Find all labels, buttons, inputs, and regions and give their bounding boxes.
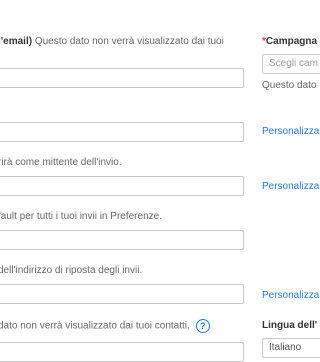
campaign-select-placeholder: Scegli cam — [269, 58, 318, 69]
campaign-select[interactable]: Scegli cam — [262, 54, 320, 74]
question-mark-icon[interactable]: ? — [195, 319, 210, 333]
contacts-help: dato non verrà visualizzato dai tuoi con… — [0, 320, 190, 332]
sender-help-text: rirà come mittente dell'invio. — [0, 157, 122, 168]
reply-to-input[interactable] — [0, 284, 244, 304]
campaign-label: *Campagna — [262, 36, 317, 47]
language-selected-value: Italiano — [269, 342, 302, 353]
from-email-input[interactable] — [0, 68, 244, 88]
language-select[interactable]: Italiano — [262, 338, 320, 358]
personalize-link-2[interactable]: Personalizza — [262, 181, 319, 192]
contacts-input[interactable] — [0, 342, 244, 362]
sender-input[interactable] — [0, 176, 244, 196]
from-email-help: Questo dato non verrà visualizzato dai t… — [32, 36, 224, 47]
from-email-help-text: l'email) Questo dato non verrà visualizz… — [0, 36, 224, 48]
language-label: Lingua dell' — [262, 320, 318, 331]
reply-help-text: dell'indirizzo di riposta degli invii. — [0, 265, 143, 276]
default-help-text: fault per tutti i tuoi invii in Preferen… — [0, 211, 162, 222]
contacts-help-text: dato non verrà visualizzato dai tuoi con… — [0, 319, 210, 333]
personalize-link-1[interactable]: Personalizza — [262, 126, 319, 137]
campaign-note: Questo dato — [262, 80, 317, 91]
name-input[interactable] — [0, 122, 244, 142]
campaign-label-text: Campagna — [265, 36, 318, 47]
default-input[interactable] — [0, 230, 244, 250]
from-email-help-bold: l'email) — [0, 36, 33, 47]
personalize-link-3[interactable]: Personalizza — [262, 290, 319, 301]
